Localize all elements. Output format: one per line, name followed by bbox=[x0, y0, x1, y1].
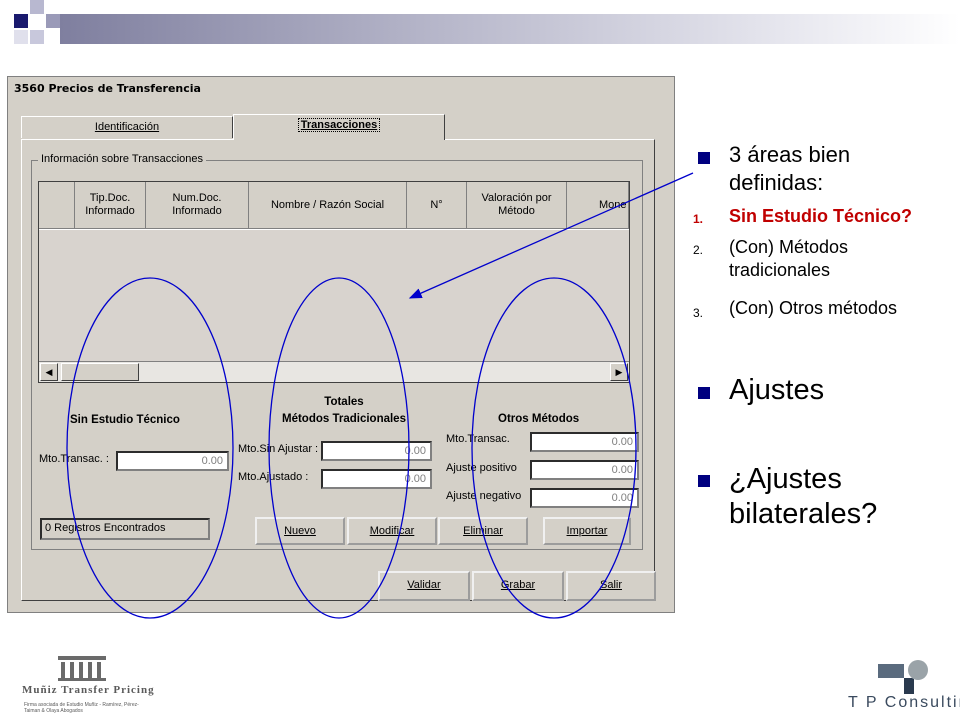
grid-col-tipdoc[interactable]: Tip.Doc. Informado bbox=[75, 182, 146, 229]
grid-col-numdoc-label: Num.Doc. Informado bbox=[172, 192, 222, 217]
tab-transacciones[interactable]: Transacciones bbox=[233, 114, 445, 140]
tab-identificacion-label: Identificación bbox=[94, 121, 160, 133]
nuevo-button-label: Nuevo bbox=[284, 525, 316, 537]
deco-square bbox=[14, 14, 28, 28]
deco-square bbox=[30, 0, 44, 14]
ajuste-negativo-field[interactable]: 0.00 bbox=[530, 488, 639, 508]
logo-left-name: Muñiz Transfer Pricing bbox=[22, 684, 155, 696]
numbered-3-text: (Con) Otros métodos bbox=[729, 298, 898, 318]
deco-square bbox=[14, 30, 28, 44]
grid-col-tipdoc-label: Tip.Doc. Informado bbox=[85, 192, 135, 217]
bullet-ajustes: Ajustes bbox=[729, 374, 825, 406]
eliminar-button[interactable]: Eliminar bbox=[438, 517, 528, 545]
bullet-square-icon bbox=[698, 475, 710, 487]
numbered-1-text: Sin Estudio Técnico? bbox=[729, 206, 913, 226]
validar-button[interactable]: Validar bbox=[378, 571, 470, 601]
mto-sin-ajustar-label: Mto.Sin Ajustar : bbox=[238, 443, 319, 455]
bullet-ajustes-bilaterales: ¿Ajustes bilaterales? bbox=[729, 463, 878, 530]
scroll-thumb[interactable] bbox=[61, 363, 139, 381]
logo-right-name: T P Consulting bbox=[848, 694, 960, 711]
otros-metodos-title: Otros Métodos bbox=[498, 413, 580, 425]
sin-estudio-label: Mto.Transac. : bbox=[39, 453, 109, 465]
otros-mto-transac-label: Mto.Transac. bbox=[446, 433, 510, 445]
columns-logo-icon bbox=[58, 656, 106, 681]
grid-col-nombre[interactable]: Nombre / Razón Social bbox=[249, 182, 407, 229]
deco-square bbox=[30, 30, 44, 44]
transactions-grid[interactable]: Tip.Doc. Informado Num.Doc. Informado No… bbox=[38, 181, 630, 383]
mto-ajustado-label: Mto.Ajustado : bbox=[238, 471, 309, 483]
tp-consulting-logo-icon bbox=[878, 660, 928, 694]
grid-col-numero[interactable]: N° bbox=[407, 182, 467, 229]
deco-square bbox=[46, 14, 60, 28]
salir-button[interactable]: Salir bbox=[566, 571, 656, 601]
validar-button-label: Validar bbox=[407, 579, 441, 591]
eliminar-button-label: Eliminar bbox=[463, 525, 503, 537]
grid-col-valoracion-label: Valoración por Método bbox=[481, 192, 552, 217]
grid-col-select[interactable] bbox=[39, 182, 75, 229]
grid-col-moneda[interactable]: Mone bbox=[567, 182, 629, 229]
importar-button-label: Importar bbox=[566, 525, 608, 537]
bullet-square-icon bbox=[698, 152, 710, 164]
scroll-right-icon[interactable]: ▶ bbox=[610, 363, 628, 381]
otros-mto-transac-field[interactable]: 0.00 bbox=[530, 432, 639, 452]
title-gradient-bar bbox=[60, 14, 960, 44]
numbered-2-text: (Con) Métodos tradicionales bbox=[729, 237, 849, 280]
records-status: 0 Registros Encontrados bbox=[40, 518, 210, 540]
bullet-square-icon bbox=[698, 387, 710, 399]
tab-bar: Identificación Transacciones bbox=[21, 114, 661, 140]
numbered-3-index: 3. bbox=[693, 306, 704, 320]
ajuste-positivo-field[interactable]: 0.00 bbox=[530, 460, 639, 480]
tab-identificacion[interactable]: Identificación bbox=[21, 116, 233, 138]
nuevo-button[interactable]: Nuevo bbox=[255, 517, 345, 545]
grabar-button-label: Grabar bbox=[500, 579, 536, 591]
bullet-3-areas: 3 áreas bien definidas: bbox=[729, 142, 851, 195]
grid-body[interactable] bbox=[39, 230, 629, 362]
numbered-1-index: 1. bbox=[693, 212, 704, 226]
mto-ajustado-field[interactable]: 0.00 bbox=[321, 469, 432, 489]
sin-estudio-amount-field[interactable]: 0.00 bbox=[116, 451, 229, 471]
mto-sin-ajustar-field[interactable]: 0.00 bbox=[321, 441, 432, 461]
importar-button[interactable]: Importar bbox=[543, 517, 631, 545]
grid-header: Tip.Doc. Informado Num.Doc. Informado No… bbox=[39, 182, 629, 229]
tab-transacciones-label: Transacciones bbox=[297, 118, 381, 132]
logo-left-sub: Firma asociada de Estudio Muñiz - Ramíre… bbox=[24, 702, 139, 714]
totales-heading: Totales bbox=[324, 396, 364, 408]
sin-estudio-title: Sin Estudio Técnico bbox=[70, 414, 180, 426]
grid-col-numdoc[interactable]: Num.Doc. Informado bbox=[146, 182, 249, 229]
numbered-2-index: 2. bbox=[693, 243, 704, 257]
grid-col-valoracion[interactable]: Valoración por Método bbox=[467, 182, 567, 229]
modificar-button-label: Modificar bbox=[369, 525, 415, 537]
salir-button-label: Salir bbox=[599, 579, 622, 591]
scroll-left-icon[interactable]: ◀ bbox=[40, 363, 58, 381]
grabar-button[interactable]: Grabar bbox=[472, 571, 564, 601]
modificar-button[interactable]: Modificar bbox=[347, 517, 437, 545]
ajuste-positivo-label: Ajuste positivo bbox=[446, 462, 517, 474]
group-title: Información sobre Transacciones bbox=[38, 153, 207, 165]
ajuste-negativo-label: Ajuste negativo bbox=[446, 490, 522, 502]
horizontal-scrollbar[interactable]: ◀ ▶ bbox=[39, 361, 629, 382]
window-title: 3560 Precios de Transferencia bbox=[14, 82, 201, 95]
metodos-tradicionales-title: Métodos Tradicionales bbox=[282, 413, 406, 425]
